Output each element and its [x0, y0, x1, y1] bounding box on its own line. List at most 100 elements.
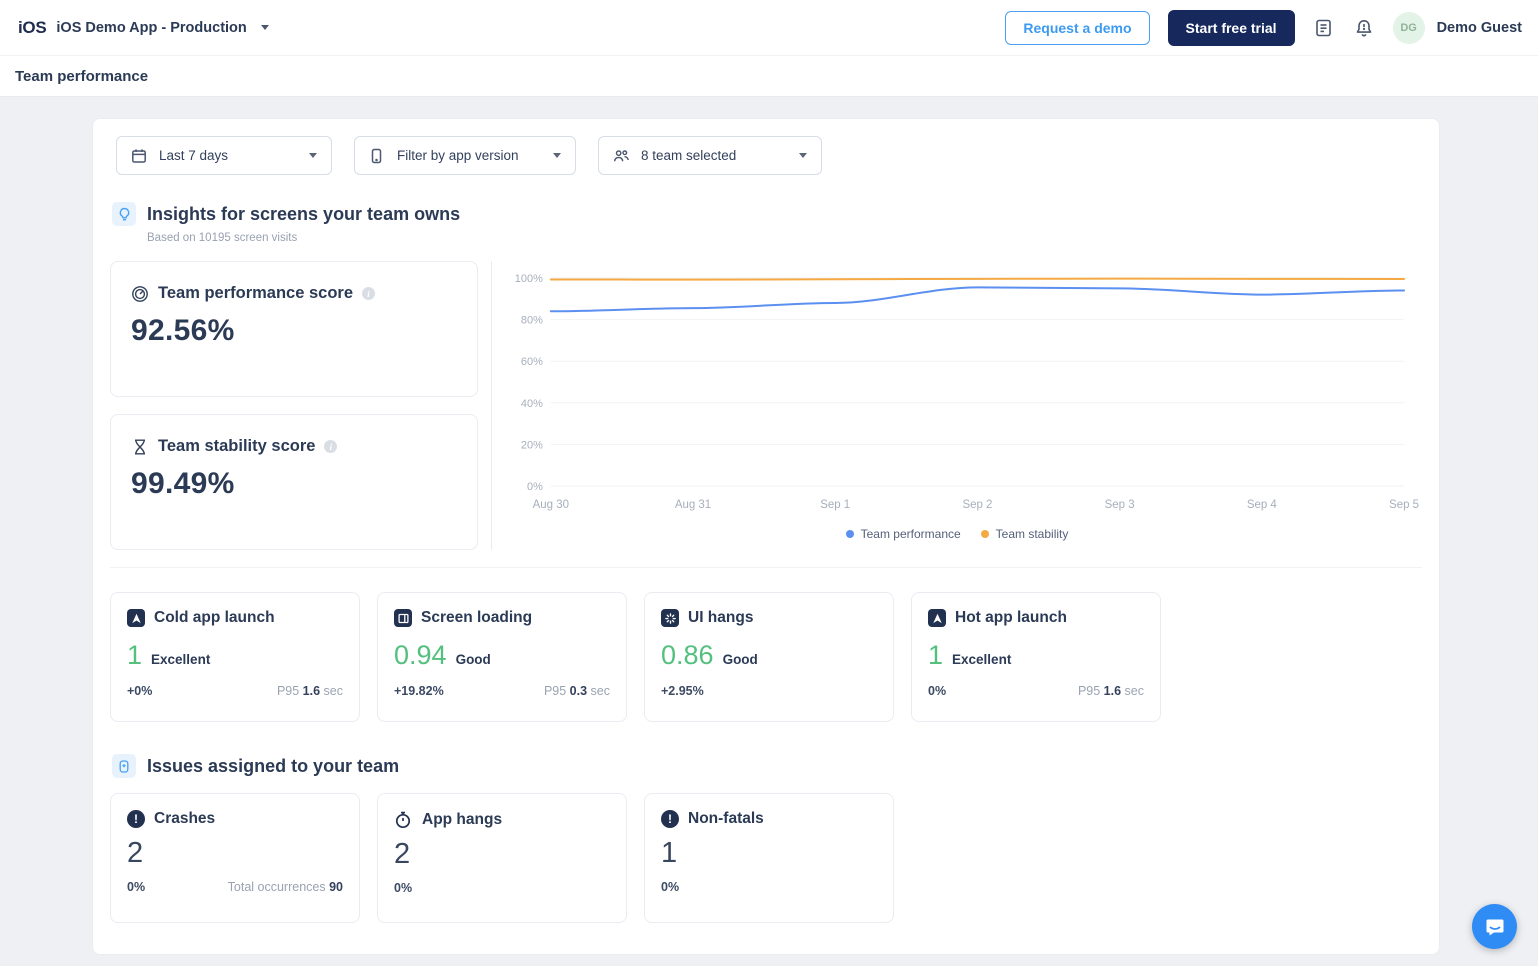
- metric-value: 0.94: [394, 640, 447, 671]
- app-hangs-card[interactable]: App hangs 2 0%: [377, 793, 627, 923]
- team-filter-value: 8 team selected: [641, 148, 736, 163]
- performance-score-value: 92.56%: [131, 314, 457, 348]
- team-icon: [613, 147, 630, 164]
- rocket-icon: [928, 609, 946, 627]
- svg-text:100%: 100%: [515, 273, 543, 285]
- metric-rating: Good: [456, 652, 491, 667]
- non-fatals-card[interactable]: ! Non-fatals 1 0%: [644, 793, 894, 923]
- start-free-trial-button[interactable]: Start free trial: [1168, 10, 1295, 46]
- lightbulb-icon: [112, 202, 136, 226]
- changelog-icon[interactable]: [1313, 17, 1335, 39]
- p95-value: P95 1.6 sec: [1078, 684, 1144, 698]
- screen-loading-card[interactable]: Screen loading 0.94 Good +19.82% P95 0.3…: [377, 592, 627, 722]
- ui-hangs-card[interactable]: UI hangs 0.86 Good +2.95%: [644, 592, 894, 722]
- page-header: Team performance: [0, 55, 1538, 97]
- app-switcher[interactable]: iOS iOS Demo App - Production: [18, 18, 269, 38]
- screen-icon: [394, 609, 412, 627]
- crash-alert-icon: !: [127, 810, 145, 828]
- issues-title: Issues assigned to your team: [147, 756, 399, 777]
- issue-cards-row: ! Crashes 2 0% Total occurrences 90 App …: [110, 793, 1422, 923]
- issue-delta: 0%: [661, 880, 679, 894]
- filter-bar: Last 7 days Filter by app version: [116, 136, 1422, 175]
- issue-value: 2: [394, 838, 610, 871]
- issues-section-header: Issues assigned to your team: [112, 754, 1422, 778]
- date-range-dropdown[interactable]: Last 7 days: [116, 136, 332, 175]
- stability-score-value: 99.49%: [131, 467, 457, 501]
- svg-text:40%: 40%: [521, 398, 543, 410]
- insights-chart: 0%20%40%60%80%100%Aug 30Aug 31Sep 1Sep 2…: [491, 261, 1422, 550]
- app-switcher-label: iOS Demo App - Production: [56, 20, 246, 36]
- rocket-icon: [127, 609, 145, 627]
- issue-value: 1: [661, 837, 877, 870]
- p95-value: P95 0.3 sec: [544, 684, 610, 698]
- calendar-icon: [131, 147, 148, 164]
- date-range-value: Last 7 days: [159, 148, 228, 163]
- app-version-dropdown[interactable]: Filter by app version: [354, 136, 576, 175]
- metric-delta: +19.82%: [394, 684, 444, 698]
- insights-title: Insights for screens your team owns: [147, 204, 460, 225]
- card-title: App hangs: [422, 811, 502, 829]
- page-title: Team performance: [15, 68, 148, 85]
- chat-icon: [1484, 916, 1506, 938]
- hot-app-launch-card[interactable]: Hot app launch 1 Excellent 0% P95 1.6 se…: [911, 592, 1161, 722]
- stability-score-title: Team stability score: [158, 437, 315, 456]
- svg-text:Sep 5: Sep 5: [1389, 499, 1419, 511]
- metric-delta: +0%: [127, 684, 152, 698]
- stability-icon: [131, 438, 149, 456]
- user-avatar[interactable]: DG: [1393, 12, 1425, 44]
- app-version-value: Filter by app version: [397, 148, 519, 163]
- svg-text:20%: 20%: [521, 439, 543, 451]
- svg-text:Sep 4: Sep 4: [1247, 499, 1278, 511]
- dashboard-card: Last 7 days Filter by app version: [92, 118, 1440, 955]
- ios-logo: iOS: [18, 18, 46, 38]
- bug-shield-icon: [112, 754, 136, 778]
- legend-team-performance[interactable]: Team performance: [846, 527, 961, 541]
- info-icon[interactable]: i: [362, 287, 375, 300]
- team-performance-score-card: Team performance score i 92.56%: [110, 261, 478, 397]
- card-title: Cold app launch: [154, 609, 275, 627]
- user-name[interactable]: Demo Guest: [1437, 20, 1522, 36]
- card-title: Hot app launch: [955, 609, 1067, 627]
- top-navbar: iOS iOS Demo App - Production Request a …: [0, 0, 1538, 55]
- crashes-card[interactable]: ! Crashes 2 0% Total occurrences 90: [110, 793, 360, 923]
- spinner-icon: [661, 609, 679, 627]
- request-demo-button[interactable]: Request a demo: [1005, 11, 1149, 45]
- info-icon[interactable]: i: [324, 440, 337, 453]
- metric-value: 1: [928, 640, 943, 671]
- team-filter-dropdown[interactable]: 8 team selected: [598, 136, 822, 175]
- chevron-down-icon: [799, 153, 807, 158]
- legend-team-stability[interactable]: Team stability: [981, 527, 1069, 541]
- metric-delta: +2.95%: [661, 684, 704, 698]
- insights-subtitle: Based on 10195 screen visits: [147, 232, 1422, 244]
- chat-launcher-button[interactable]: [1472, 904, 1517, 949]
- card-title: UI hangs: [688, 609, 753, 627]
- legend-label: Team performance: [861, 527, 961, 541]
- nonfatal-alert-icon: !: [661, 810, 679, 828]
- metric-rating: Good: [723, 652, 758, 667]
- legend-dot-orange: [981, 530, 989, 538]
- svg-text:60%: 60%: [521, 356, 543, 368]
- metric-rating: Excellent: [151, 652, 210, 667]
- chart-legend: Team performance Team stability: [492, 527, 1422, 541]
- svg-text:Aug 30: Aug 30: [533, 499, 569, 511]
- svg-text:Aug 31: Aug 31: [675, 499, 711, 511]
- legend-label: Team stability: [996, 527, 1069, 541]
- issue-value: 2: [127, 837, 343, 870]
- metric-value: 1: [127, 640, 142, 671]
- notifications-bell-icon[interactable]: [1353, 17, 1375, 39]
- svg-text:Sep 3: Sep 3: [1105, 499, 1135, 511]
- team-stability-score-card: Team stability score i 99.49%: [110, 414, 478, 550]
- card-title: Crashes: [154, 810, 215, 828]
- cold-app-launch-card[interactable]: Cold app launch 1 Excellent +0% P95 1.6 …: [110, 592, 360, 722]
- svg-text:80%: 80%: [521, 315, 543, 327]
- card-title: Non-fatals: [688, 810, 764, 828]
- phone-icon: [369, 147, 386, 164]
- stopwatch-icon: [394, 810, 413, 829]
- p95-value: P95 1.6 sec: [277, 684, 343, 698]
- chevron-down-icon: [261, 25, 269, 30]
- legend-dot-blue: [846, 530, 854, 538]
- insights-section-header: Insights for screens your team owns: [112, 202, 1422, 226]
- metric-cards-row: Cold app launch 1 Excellent +0% P95 1.6 …: [110, 592, 1422, 722]
- issue-delta: 0%: [394, 881, 412, 895]
- line-chart[interactable]: 0%20%40%60%80%100%Aug 30Aug 31Sep 1Sep 2…: [492, 264, 1422, 516]
